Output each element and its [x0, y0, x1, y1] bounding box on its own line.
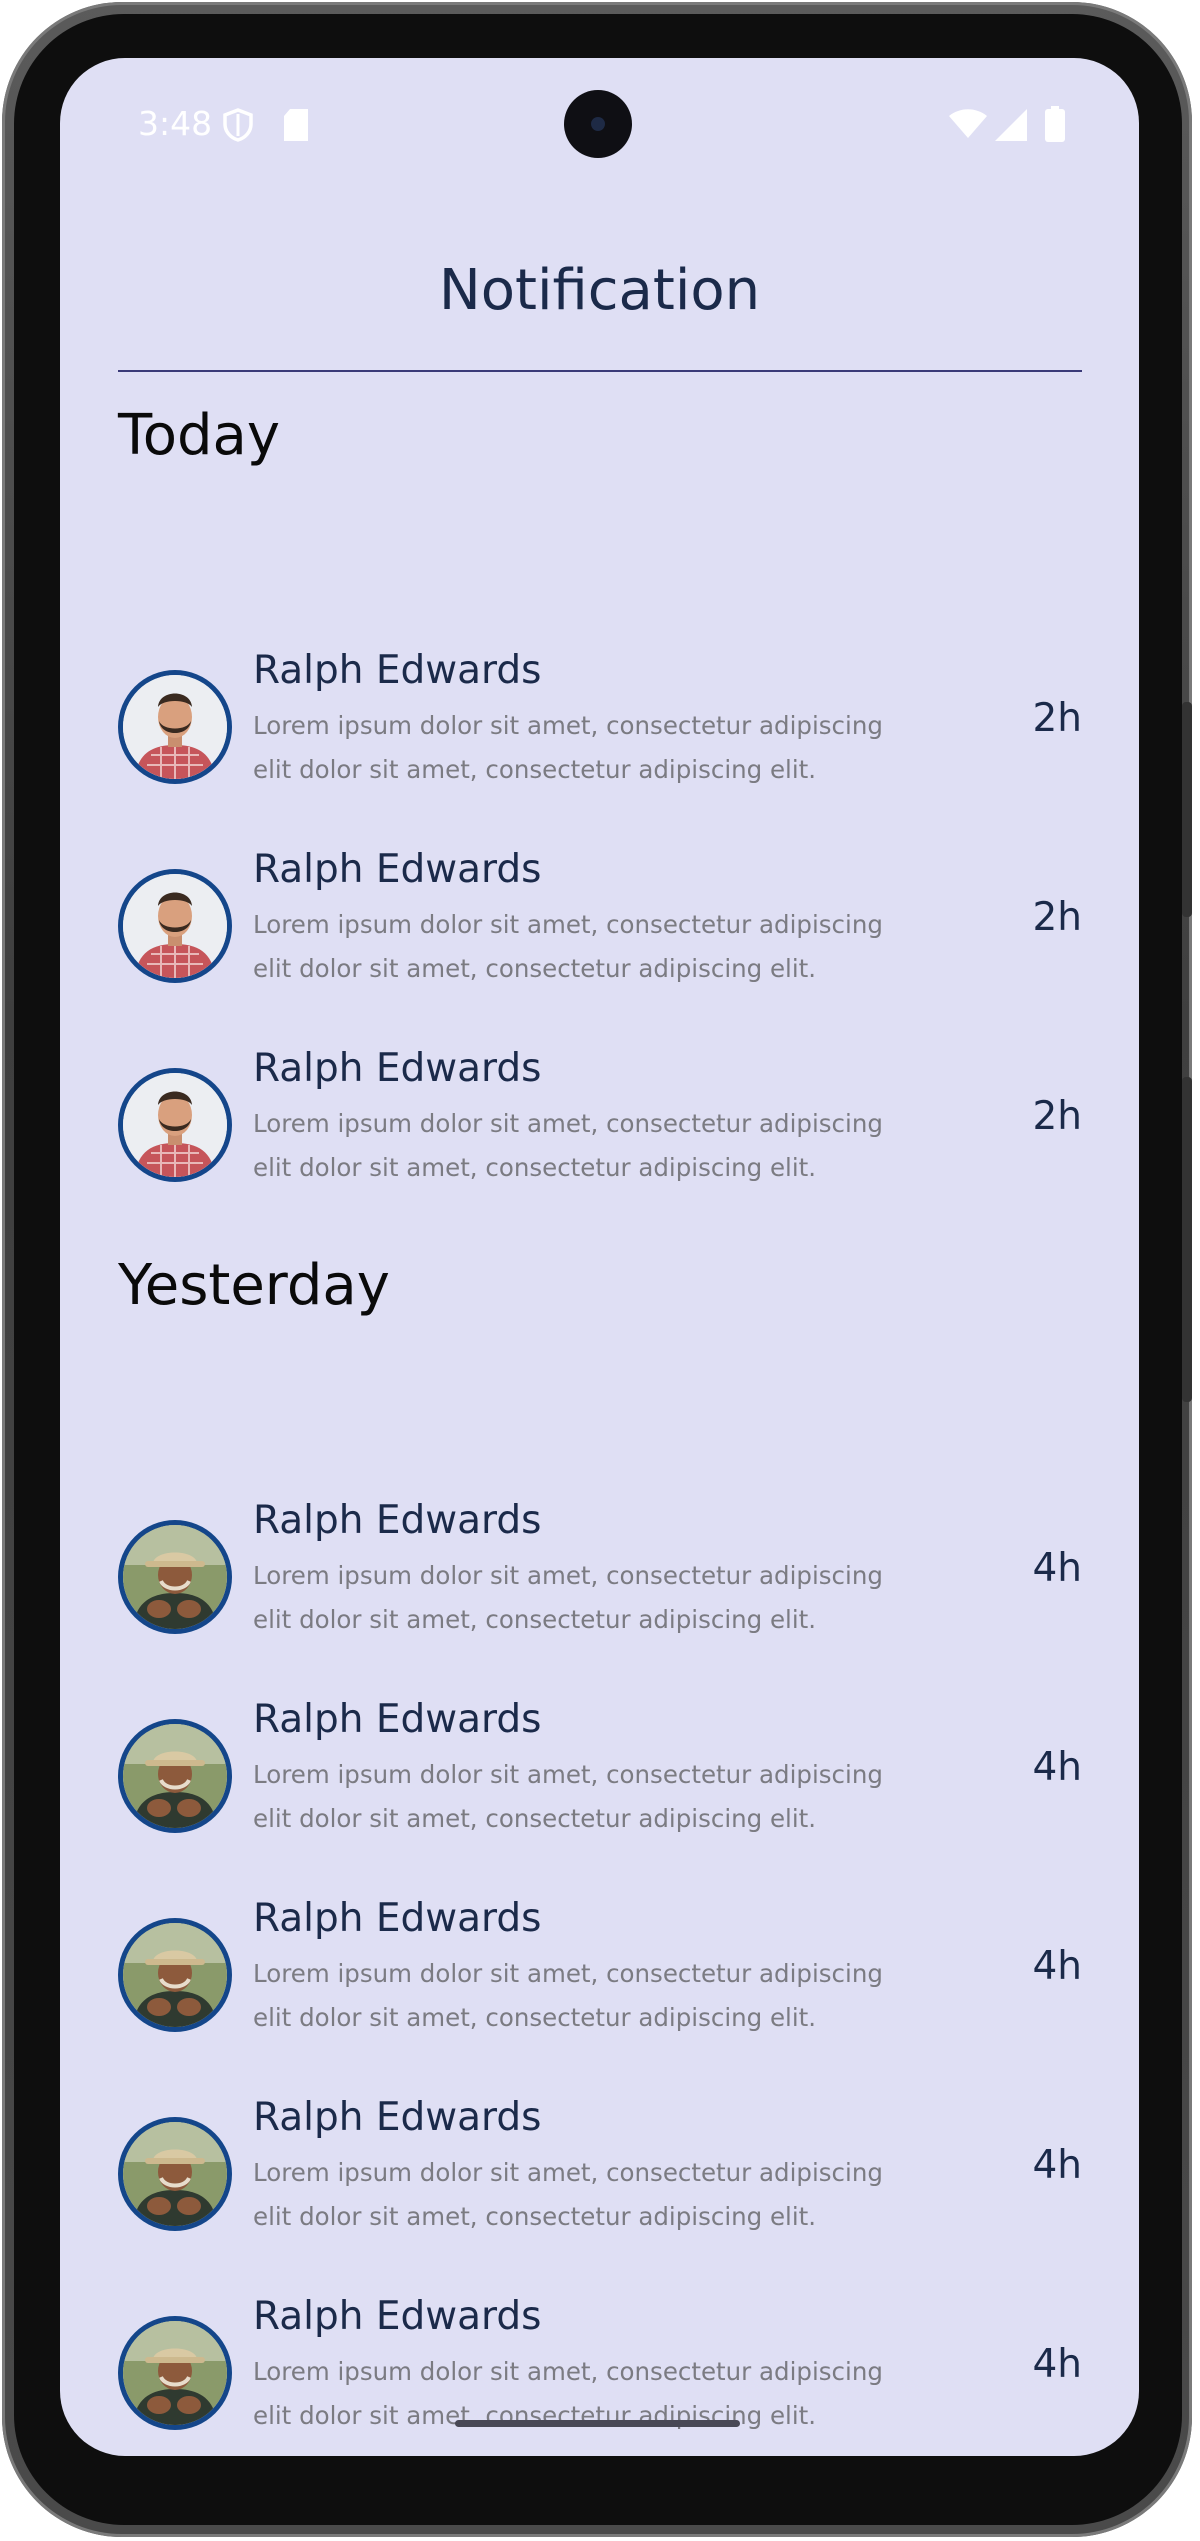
message-preview: Lorem ipsum dolor sit amet, consectetur … [253, 711, 883, 784]
message-preview: Lorem ipsum dolor sit amet, consectetur … [253, 1760, 883, 1833]
message-preview: Lorem ipsum dolor sit amet, consectetur … [253, 2158, 883, 2231]
notification-item[interactable]: Ralph Edwards Lorem ipsum dolor sit amet… [118, 1046, 1082, 1186]
power-button [1182, 702, 1192, 917]
person-avatar-icon [123, 1724, 227, 1828]
notification-item[interactable]: Ralph Edwards Lorem ipsum dolor sit amet… [118, 847, 1082, 987]
front-camera [564, 90, 632, 158]
notification-item[interactable]: Ralph Edwards Lorem ipsum dolor sit amet… [118, 2294, 1082, 2434]
wifi-icon [949, 109, 987, 138]
person-avatar-icon [123, 675, 227, 779]
sender-name: Ralph Edwards [253, 1046, 542, 1091]
avatar [118, 2316, 232, 2430]
message-preview: Lorem ipsum dolor sit amet, consectetur … [253, 910, 883, 983]
notification-item[interactable]: Ralph Edwards Lorem ipsum dolor sit amet… [118, 2095, 1082, 2235]
avatar [118, 1918, 232, 2032]
section-heading-yesterday: Yesterday [118, 1253, 390, 1318]
notification-item[interactable]: Ralph Edwards Lorem ipsum dolor sit amet… [118, 1697, 1082, 1837]
signal-icon [995, 109, 1027, 141]
battery-icon [1045, 106, 1065, 142]
timestamp: 2h [1032, 895, 1082, 940]
message-preview: Lorem ipsum dolor sit amet, consectetur … [253, 1959, 883, 2032]
camera-lens [591, 117, 605, 131]
timestamp: 4h [1032, 2342, 1082, 2387]
shield-icon [223, 108, 253, 142]
timestamp: 2h [1032, 1094, 1082, 1139]
person-avatar-icon [123, 2321, 227, 2425]
timestamp: 4h [1032, 1944, 1082, 1989]
avatar [118, 1068, 232, 1182]
notification-item[interactable]: Ralph Edwards Lorem ipsum dolor sit amet… [118, 1498, 1082, 1638]
sender-name: Ralph Edwards [253, 2095, 542, 2140]
person-avatar-icon [123, 1923, 227, 2027]
timestamp: 4h [1032, 1745, 1082, 1790]
avatar [118, 869, 232, 983]
timestamp: 2h [1032, 696, 1082, 741]
timestamp: 4h [1032, 2143, 1082, 2188]
sender-name: Ralph Edwards [253, 847, 542, 892]
sender-name: Ralph Edwards [253, 648, 542, 693]
avatar [118, 2117, 232, 2231]
timestamp: 4h [1032, 1546, 1082, 1591]
avatar [118, 670, 232, 784]
page-title: Notification [438, 258, 761, 323]
sd-card-icon [284, 109, 308, 141]
notification-item[interactable]: Ralph Edwards Lorem ipsum dolor sit amet… [118, 1896, 1082, 2036]
sender-name: Ralph Edwards [253, 1498, 542, 1543]
avatar [118, 1520, 232, 1634]
message-preview: Lorem ipsum dolor sit amet, consectetur … [253, 1561, 883, 1634]
sender-name: Ralph Edwards [253, 2294, 542, 2339]
home-indicator[interactable] [455, 2420, 740, 2427]
sender-name: Ralph Edwards [253, 1896, 542, 1941]
person-avatar-icon [123, 2122, 227, 2226]
notification-item[interactable]: Ralph Edwards Lorem ipsum dolor sit amet… [118, 648, 1082, 788]
status-time: 3:48 [138, 104, 213, 143]
volume-button [1182, 1077, 1192, 1402]
header-divider [118, 370, 1082, 372]
message-preview: Lorem ipsum dolor sit amet, consectetur … [253, 1109, 883, 1182]
app-screen: 3:48 Notification Today Ralph Edwards Lo… [60, 58, 1139, 2456]
sender-name: Ralph Edwards [253, 1697, 542, 1742]
person-avatar-icon [123, 1073, 227, 1177]
avatar [118, 1719, 232, 1833]
person-avatar-icon [123, 1525, 227, 1629]
section-heading-today: Today [118, 403, 280, 468]
person-avatar-icon [123, 874, 227, 978]
status-bar: 3:48 [60, 58, 1139, 198]
